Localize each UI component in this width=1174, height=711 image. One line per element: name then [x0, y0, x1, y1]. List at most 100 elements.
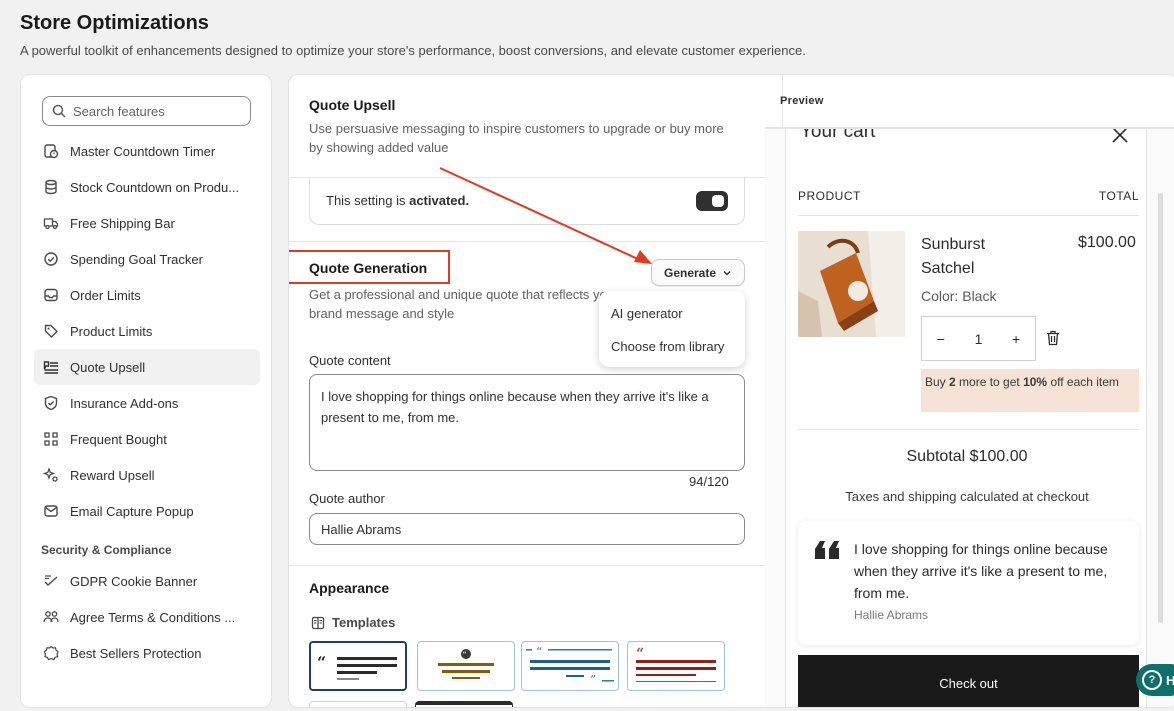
- generate-button[interactable]: Generate: [651, 259, 745, 286]
- quote-content-textarea[interactable]: I love shopping for things online becaus…: [309, 374, 745, 471]
- quote-card: I love shopping for things online becaus…: [798, 521, 1139, 645]
- quote-author-input[interactable]: Hallie Abrams: [309, 513, 745, 545]
- database-icon: [45, 179, 57, 195]
- sidebar-item-reward-upsell[interactable]: Reward Upsell: [34, 457, 260, 493]
- svg-text:“: “: [536, 645, 542, 659]
- sidebar-item-label: Agree Terms & Conditions ...: [70, 609, 236, 625]
- help-button[interactable]: ? H: [1136, 664, 1174, 696]
- cart-drawer: Your cart PRODUCT TOTAL Sunburst Satchel…: [785, 127, 1147, 707]
- taxes-note: Taxes and shipping calculated at checkou…: [845, 489, 1089, 504]
- truck-icon: [43, 218, 59, 230]
- activation-toggle[interactable]: [696, 190, 728, 211]
- sidebar-item-quote-upsell[interactable]: Quote Upsell: [34, 349, 260, 385]
- search-input[interactable]: Search features: [42, 96, 251, 126]
- sidebar: Search features Master Countdown Timer S…: [20, 74, 272, 708]
- template-option-5[interactable]: [309, 701, 407, 707]
- sidebar-item-insurance-add-ons[interactable]: Insurance Add-ons: [34, 385, 260, 421]
- generate-button-label: Generate: [663, 265, 717, 280]
- sidebar-item-email-capture-popup[interactable]: Email Capture Popup: [34, 493, 260, 529]
- sidebar-item-stock-countdown[interactable]: Stock Countdown on Produ...: [34, 169, 260, 205]
- sidebar-item-label: Spending Goal Tracker: [70, 251, 203, 267]
- minus-icon[interactable]: −: [937, 331, 945, 347]
- people-icon: [43, 611, 59, 623]
- sidebar-item-label: GDPR Cookie Banner: [70, 573, 198, 589]
- cart-table-header: PRODUCT TOTAL: [798, 189, 1139, 203]
- inbox-icon: [44, 288, 58, 302]
- sidebar-item-frequent-bought[interactable]: Frequent Bought: [34, 421, 260, 457]
- activation-prefix: This setting is: [326, 193, 410, 208]
- product-image[interactable]: [798, 231, 905, 337]
- template-2-thumbnail: “: [438, 649, 494, 679]
- product-variant: Color: Black: [921, 288, 997, 304]
- sidebar-item-label: Master Countdown Timer: [70, 143, 216, 159]
- sidebar-item-product-limits[interactable]: Product Limits: [34, 313, 260, 349]
- column-total: TOTAL: [1098, 189, 1139, 203]
- appearance-title: Appearance: [309, 580, 390, 596]
- sidebar-item-best-sellers-protection[interactable]: Best Sellers Protection: [34, 635, 260, 671]
- quote-author-value: Hallie Abrams: [321, 521, 402, 537]
- promo-discount: 10%: [1023, 375, 1048, 389]
- template-option-3[interactable]: “”: [521, 641, 619, 691]
- divider: [798, 215, 1139, 216]
- cart-preview: Your cart PRODUCT TOTAL Sunburst Satchel…: [765, 127, 1174, 707]
- sidebar-item-label: Frequent Bought: [70, 431, 167, 447]
- trash-icon[interactable]: [1046, 330, 1060, 346]
- feature-title: Quote Upsell: [309, 97, 396, 113]
- template-option-1[interactable]: “: [309, 641, 407, 691]
- svg-text:“: “: [463, 651, 467, 660]
- sidebar-item-free-shipping-bar[interactable]: Free Shipping Bar: [34, 205, 260, 241]
- sidebar-item-label: Order Limits: [70, 287, 141, 303]
- quote-content-label: Quote content: [309, 353, 391, 368]
- template-1-thumbnail: “: [317, 653, 397, 680]
- product-name[interactable]: Sunburst Satchel: [921, 233, 1011, 281]
- cart-title: Your cart: [800, 127, 876, 142]
- template-option-2[interactable]: “: [417, 641, 515, 691]
- preview-label: Preview: [780, 95, 824, 107]
- cookie-icon: [44, 575, 58, 586]
- dropdown-item-choose-from-library[interactable]: Choose from library: [605, 330, 739, 363]
- char-counter: 94/120: [689, 474, 729, 489]
- promo-quantity: 2: [949, 375, 956, 389]
- main-panel: Quote Upsell Use persuasive messaging to…: [288, 74, 1174, 708]
- tag-icon: [44, 324, 58, 338]
- template-option-6[interactable]: [415, 701, 513, 707]
- sidebar-item-spending-goal-tracker[interactable]: Spending Goal Tracker: [34, 241, 260, 277]
- quantity-value[interactable]: 1: [975, 331, 983, 347]
- subtotal: Subtotal $100.00: [906, 448, 1028, 465]
- sidebar-item-agree-terms[interactable]: Agree Terms & Conditions ...: [34, 599, 260, 635]
- search-icon: [52, 104, 66, 118]
- check-circle-icon: [44, 252, 58, 266]
- sidebar-item-master-countdown-timer[interactable]: Master Countdown Timer: [34, 133, 260, 169]
- quote-text: I love shopping for things online becaus…: [854, 541, 1108, 601]
- close-icon[interactable]: [1110, 127, 1130, 145]
- page-subtitle: A powerful toolkit of enhancements desig…: [20, 43, 806, 58]
- checkout-button[interactable]: Check out: [798, 655, 1139, 707]
- activation-card: This setting is activated.: [309, 177, 745, 225]
- quote-author: Hallie Abrams: [854, 608, 929, 622]
- svg-text:”: ”: [590, 673, 596, 687]
- sidebar-item-label: Stock Countdown on Produ...: [70, 179, 240, 195]
- preview-scrollbar[interactable]: [1158, 193, 1163, 623]
- sidebar-item-gdpr-cookie-banner[interactable]: GDPR Cookie Banner: [34, 563, 260, 599]
- timer-icon: [44, 144, 59, 159]
- grid-icon: [44, 432, 58, 446]
- activation-text: This setting is activated.: [326, 193, 469, 208]
- feature-description: Use persuasive messaging to inspire cust…: [309, 121, 724, 155]
- chevron-down-icon: [723, 270, 731, 275]
- divider: [289, 565, 783, 566]
- quantity-stepper: − 1 +: [921, 316, 1036, 361]
- sidebar-item-label: Reward Upsell: [70, 467, 155, 483]
- product-price: $100.00: [1078, 234, 1136, 251]
- sidebar-item-order-limits[interactable]: Order Limits: [34, 277, 260, 313]
- help-icon: ?: [1142, 670, 1162, 690]
- template-option-4[interactable]: “: [627, 641, 725, 691]
- promo-text: more to get: [955, 375, 1024, 389]
- activation-status: activated.: [409, 193, 470, 208]
- templates-label: Templates: [311, 615, 395, 630]
- dropdown-item-ai-generator[interactable]: AI generator: [605, 297, 739, 330]
- sidebar-item-label: Quote Upsell: [70, 359, 146, 375]
- quote-mark-icon: [815, 541, 839, 559]
- templates-label-text: Templates: [332, 615, 396, 630]
- plus-icon[interactable]: +: [1012, 331, 1020, 347]
- help-button-label: H: [1166, 672, 1174, 688]
